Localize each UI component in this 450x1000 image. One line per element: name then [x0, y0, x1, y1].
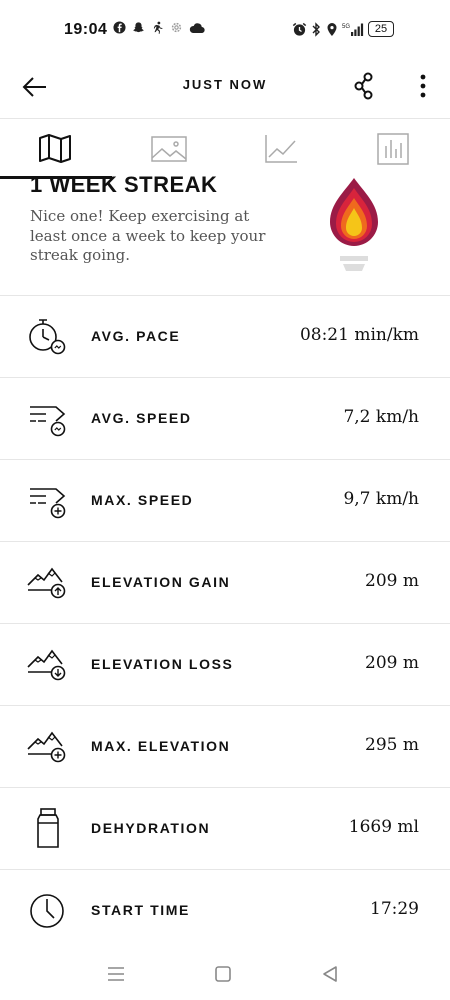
metric-value: 17:29 — [370, 899, 419, 919]
facebook-icon — [113, 21, 126, 34]
metric-label: DEHYDRATION — [91, 820, 211, 836]
bottle-icon — [37, 808, 59, 848]
page-title: JUST NOW — [182, 77, 268, 92]
tab-laps[interactable] — [376, 132, 416, 168]
image-icon — [151, 136, 187, 162]
metric-value: 295 m — [365, 735, 419, 755]
system-navigation-bar — [0, 950, 450, 1000]
metric-row-start-time: START TIME 17:29 — [0, 869, 450, 951]
location-icon — [327, 22, 337, 36]
elevation-loss-icon — [27, 649, 66, 681]
metric-label: ELEVATION LOSS — [91, 656, 234, 672]
metric-label: MAX. SPEED — [91, 492, 194, 508]
snapchat-icon — [133, 22, 144, 33]
menu-icon — [108, 967, 124, 981]
metric-row-max-speed: MAX. SPEED 9,7 km/h — [0, 459, 450, 541]
metric-value: 209 m — [365, 653, 419, 673]
metric-row-dehydration: DEHYDRATION 1669 ml — [0, 787, 450, 869]
clock-icon — [30, 894, 64, 928]
system-back-button[interactable] — [318, 962, 342, 986]
metric-label: START TIME — [91, 902, 190, 918]
recent-apps-button[interactable] — [104, 962, 128, 986]
bar-chart-icon — [377, 133, 409, 165]
metric-label: AVG. PACE — [91, 328, 181, 344]
metric-value: 209 m — [365, 571, 419, 591]
metrics-list: AVG. PACE 08:21 min/km AVG. SPEED 7,2 km… — [0, 295, 450, 951]
map-icon — [39, 134, 71, 163]
alarm-icon — [292, 22, 307, 36]
metric-row-max-elevation: MAX. ELEVATION 295 m — [0, 705, 450, 787]
home-button[interactable] — [211, 962, 235, 986]
bluetooth-icon — [312, 21, 320, 37]
metric-row-elevation-loss: ELEVATION LOSS 209 m — [0, 623, 450, 705]
more-vertical-icon — [420, 74, 426, 98]
app-bar: JUST NOW — [0, 60, 450, 118]
metric-row-elevation-gain: ELEVATION GAIN 209 m — [0, 541, 450, 623]
speed-icon — [30, 406, 66, 437]
system-icons: 5G 25 — [292, 21, 394, 37]
metric-value: 7,2 km/h — [343, 407, 419, 427]
square-icon — [215, 966, 231, 982]
status-time: 19:04 — [64, 21, 108, 38]
share-button[interactable] — [350, 72, 378, 100]
svg-text:5G: 5G — [342, 24, 350, 30]
max-speed-icon — [30, 488, 66, 519]
elevation-gain-icon — [27, 567, 66, 599]
tab-map[interactable] — [37, 132, 77, 168]
metric-value: 9,7 km/h — [343, 489, 419, 509]
more-options-button[interactable] — [410, 72, 436, 100]
share-icon — [354, 72, 373, 100]
line-chart-icon — [265, 135, 297, 163]
metric-value: 1669 ml — [348, 817, 419, 837]
triangle-back-icon — [323, 966, 337, 982]
metric-label: AVG. SPEED — [91, 410, 192, 426]
active-tab-indicator — [0, 176, 112, 179]
metric-label: MAX. ELEVATION — [91, 738, 231, 754]
tab-photos[interactable] — [150, 132, 190, 168]
battery-level: 25 — [368, 21, 394, 37]
flame-trophy-icon — [330, 178, 378, 271]
tab-graphs[interactable] — [263, 132, 303, 168]
cloud-icon — [189, 22, 205, 33]
metric-value: 08:21 min/km — [299, 325, 419, 345]
runner-icon — [153, 21, 163, 34]
signal-icon: 5G — [342, 23, 364, 36]
metric-row-avg-pace: AVG. PACE 08:21 min/km — [0, 295, 450, 377]
metric-row-avg-speed: AVG. SPEED 7,2 km/h — [0, 377, 450, 459]
stopwatch-icon — [29, 319, 66, 355]
settings-icon — [171, 22, 182, 33]
notification-icons — [113, 21, 205, 34]
metric-label: ELEVATION GAIN — [91, 574, 231, 590]
max-elevation-icon — [27, 731, 66, 763]
streak-message: Nice one! Keep exercising at least once … — [30, 207, 266, 264]
status-bar: 19:04 5G 25 — [0, 0, 450, 60]
detail-tabs — [0, 118, 450, 179]
